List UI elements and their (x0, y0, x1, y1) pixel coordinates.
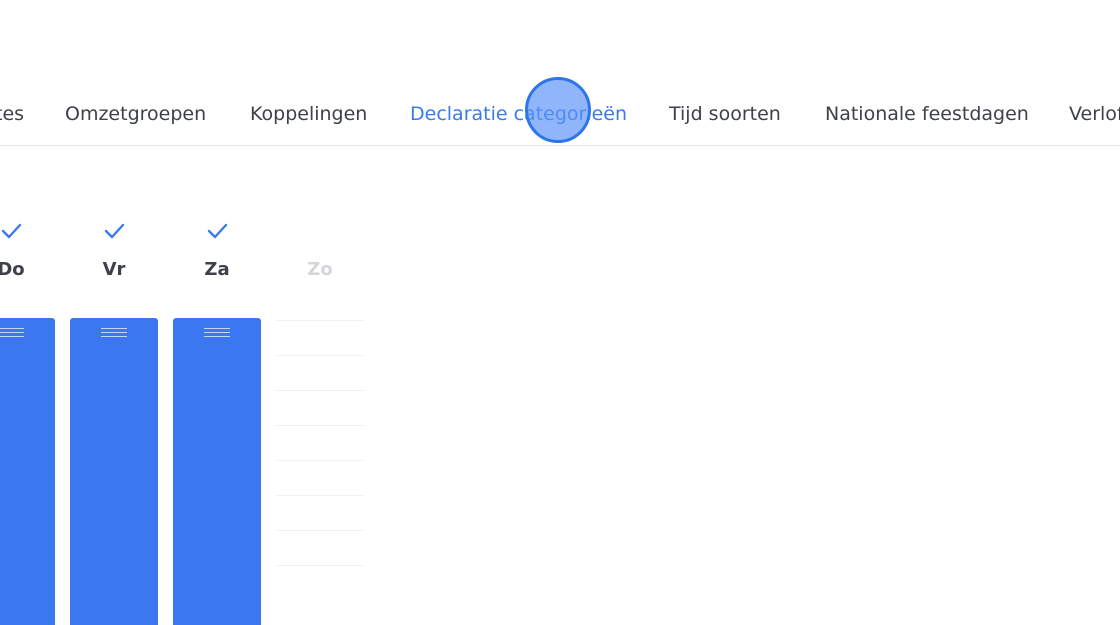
tab-partial-left[interactable]: tes (0, 100, 24, 128)
tab-koppelingen[interactable]: Koppelingen (250, 100, 367, 128)
day-zo-checkbox[interactable] (309, 220, 331, 242)
empty-slot[interactable] (276, 460, 364, 495)
tab-declaratie-categorieen[interactable]: Declaratie categorieën (410, 100, 627, 128)
tab-tijd-soorten[interactable]: Tijd soorten (669, 100, 781, 128)
empty-slot[interactable] (276, 495, 364, 530)
empty-slot[interactable] (276, 565, 364, 600)
settings-tabs: tes Omzetgroepen Koppelingen Declaratie … (0, 0, 1120, 146)
drag-handle-icon[interactable] (101, 328, 127, 338)
checkmark-icon (207, 223, 228, 239)
drag-handle-icon[interactable] (204, 328, 230, 338)
day-za-bar[interactable] (173, 318, 261, 625)
empty-slot[interactable] (276, 355, 364, 390)
day-do-bar[interactable] (0, 318, 55, 625)
empty-slot[interactable] (276, 320, 364, 355)
day-za-checkbox[interactable] (206, 220, 228, 242)
empty-slot[interactable] (276, 390, 364, 425)
empty-slot[interactable] (276, 530, 364, 565)
day-label-vr: Vr (102, 259, 126, 280)
day-column-zo: Zo (276, 220, 364, 625)
app-viewport: tes Omzetgroepen Koppelingen Declaratie … (0, 0, 1120, 625)
empty-slot[interactable] (276, 425, 364, 460)
tab-nationale-feestdagen[interactable]: Nationale feestdagen (825, 100, 1029, 128)
day-zo-empty-slots (276, 320, 364, 625)
day-do-checkbox[interactable] (0, 220, 22, 242)
checkmark-icon (1, 223, 22, 239)
drag-handle-icon[interactable] (0, 328, 24, 338)
checkmark-icon (104, 223, 125, 239)
tab-omzetgroepen[interactable]: Omzetgroepen (65, 100, 206, 128)
day-vr-bar[interactable] (70, 318, 158, 625)
day-label-zo: Zo (307, 259, 333, 280)
day-label-do: Do (0, 259, 25, 280)
day-vr-checkbox[interactable] (103, 220, 125, 242)
tab-verlof[interactable]: Verlof (1069, 100, 1120, 128)
day-column-za: Za (173, 220, 261, 625)
day-column-vr: Vr (70, 220, 158, 625)
day-label-za: Za (204, 259, 230, 280)
day-column-do: Do (0, 220, 55, 625)
